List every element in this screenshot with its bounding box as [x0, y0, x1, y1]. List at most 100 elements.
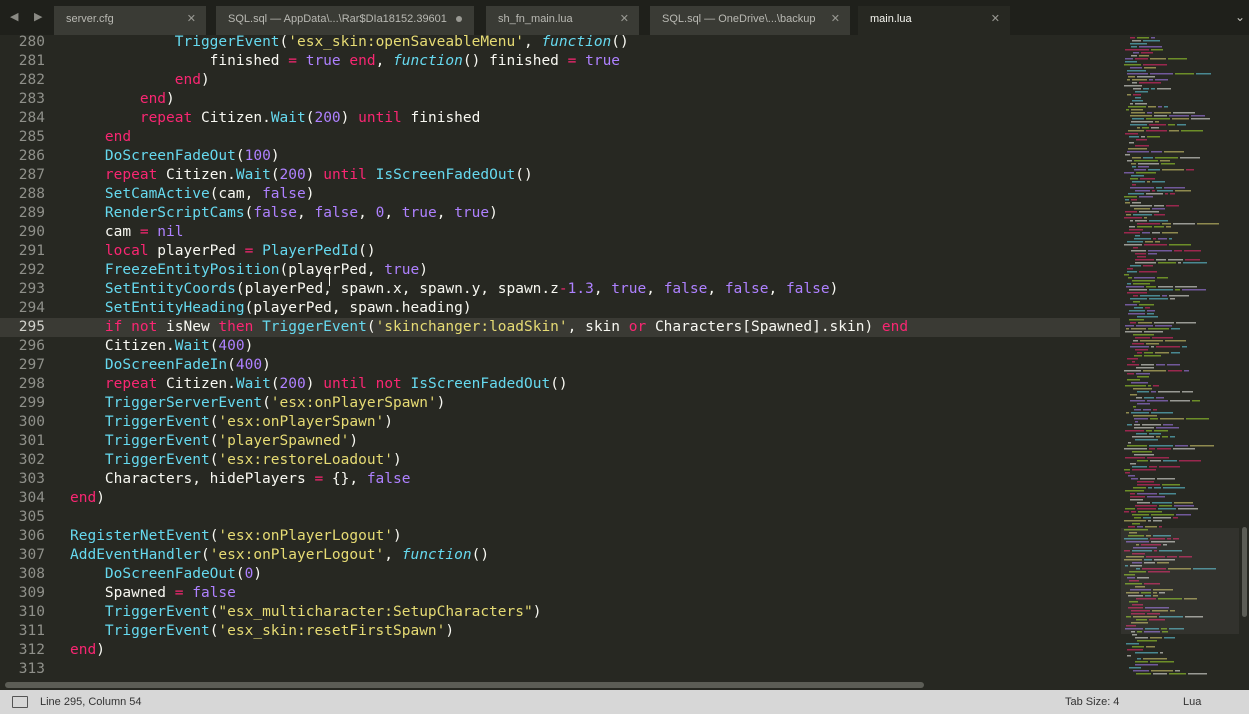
code-line[interactable]: 300 TriggerEvent('esx:onPlayerSpawn')	[0, 413, 1120, 432]
code-text: TriggerEvent("esx_multicharacter:SetupCh…	[104, 604, 542, 620]
code-line[interactable]: 302 TriggerEvent('esx:restoreLoadout')	[0, 451, 1120, 470]
code-line[interactable]: 288 SetCamActive(cam, false)	[0, 185, 1120, 204]
close-icon[interactable]: ✕	[831, 6, 840, 32]
code-line[interactable]: 311 TriggerEvent('esx_skin:resetFirstSpa…	[0, 622, 1120, 641]
tab-nav-arrows-icon[interactable]: ◀ ▶	[10, 10, 48, 23]
code-line[interactable]: 295 if not isNew then TriggerEvent('skin…	[0, 318, 1120, 337]
tab-label: SQL.sql — OneDrive\...\backup	[662, 13, 816, 25]
line-number: 300	[18, 414, 45, 430]
line-number: 309	[18, 585, 45, 601]
code-line[interactable]: 299 TriggerServerEvent('esx:onPlayerSpaw…	[0, 394, 1120, 413]
code-line[interactable]: 292 FreezeEntityPosition(playerPed, true…	[0, 261, 1120, 280]
minimap-viewport[interactable]	[1121, 528, 1239, 634]
code-text: local playerPed = PlayerPedId()	[104, 243, 376, 259]
line-number: 294	[18, 300, 45, 316]
horizontal-scrollbar[interactable]	[0, 680, 1249, 690]
code-line[interactable]: 305	[0, 508, 1120, 527]
code-text: end)	[174, 72, 210, 88]
code-line[interactable]: 291 local playerPed = PlayerPedId()	[0, 242, 1120, 261]
code-line[interactable]: 281 finished = true end, function() fini…	[0, 52, 1120, 71]
syntax-selector[interactable]: Lua	[1183, 690, 1201, 714]
code-text: repeat Citizen.Wait(200) until finished	[139, 110, 481, 126]
line-number: 304	[18, 490, 45, 506]
line-number: 308	[18, 566, 45, 582]
code-line[interactable]: 304 end)	[0, 489, 1120, 508]
code-text: TriggerEvent('esx_skin:openSaveableMenu'…	[174, 35, 629, 50]
code-line[interactable]: 282 end)	[0, 71, 1120, 90]
line-number: 288	[18, 186, 45, 202]
code-text: if not isNew then TriggerEvent('skinchan…	[104, 319, 909, 335]
line-number: 301	[18, 433, 45, 449]
line-number: 313	[18, 661, 45, 677]
code-line[interactable]: 294 SetEntityHeading(playerPed, spawn.he…	[0, 299, 1120, 318]
code-line[interactable]: 289 RenderScriptCams(false, false, 0, tr…	[0, 204, 1120, 223]
tab-menu-chevron-down-icon[interactable]: ⌄	[1235, 10, 1245, 24]
code-line[interactable]: 283 end)	[0, 90, 1120, 109]
code-line[interactable]: 280 TriggerEvent('esx_skin:openSaveableM…	[0, 35, 1120, 52]
line-number: 290	[18, 224, 45, 240]
code-text: TriggerServerEvent('esx:onPlayerSpawn')	[104, 395, 446, 411]
code-line[interactable]: 308 DoScreenFadeOut(0)	[0, 565, 1120, 584]
tab-label: SQL.sql — AppData\...\Rar$DIa18152.39601	[228, 13, 447, 25]
line-number: 284	[18, 110, 45, 126]
code-text: Citizen.Wait(400)	[70, 338, 254, 354]
code-line[interactable]: 298 repeat Citizen.Wait(200) until not I…	[0, 375, 1120, 394]
code-line[interactable]: 290 cam = nil	[0, 223, 1120, 242]
code-line[interactable]: 293 SetEntityCoords(playerPed, spawn.x, …	[0, 280, 1120, 299]
code-text: cam = nil	[70, 224, 184, 240]
unsaved-dot-icon[interactable]	[456, 16, 462, 22]
tab-bar: ◀ ▶ server.cfg ✕ SQL.sql — AppData\...\R…	[0, 0, 1249, 35]
panel-toggle-icon[interactable]	[12, 696, 28, 708]
code-line[interactable]: 313	[0, 660, 1120, 679]
code-line[interactable]: 309 Spawned = false	[0, 584, 1120, 603]
code-line[interactable]: 301 TriggerEvent('playerSpawned')	[0, 432, 1120, 451]
tab-sql-onedrive[interactable]: SQL.sql — OneDrive\...\backup ✕	[650, 6, 850, 35]
code-text: DoScreenFadeOut(0)	[104, 566, 263, 582]
code-line[interactable]: 296 Citizen.Wait(400)	[0, 337, 1120, 356]
tab-sh-fn-main[interactable]: sh_fn_main.lua ✕	[486, 6, 639, 35]
line-number: 312	[18, 642, 45, 658]
code-line[interactable]: 287 repeat Citizen.Wait(200) until IsScr…	[0, 166, 1120, 185]
code-editor[interactable]: 280 TriggerEvent('esx_skin:openSaveableM…	[0, 35, 1120, 680]
code-line[interactable]: 312 end)	[0, 641, 1120, 660]
text-cursor	[329, 268, 330, 286]
status-bar: Line 295, Column 54 Tab Size: 4 Lua	[0, 690, 1249, 714]
line-number: 295	[18, 319, 45, 335]
code-line[interactable]: 284 repeat Citizen.Wait(200) until finis…	[0, 109, 1120, 128]
code-text: end)	[139, 91, 175, 107]
code-text: finished = true end, function() finished…	[70, 53, 621, 69]
tab-sql-appdata[interactable]: SQL.sql — AppData\...\Rar$DIa18152.39601	[216, 6, 474, 35]
close-icon[interactable]: ✕	[187, 6, 196, 32]
line-number: 293	[18, 281, 45, 297]
tab-size-selector[interactable]: Tab Size: 4	[1065, 690, 1119, 714]
line-number: 292	[18, 262, 45, 278]
code-text: DoScreenFadeIn(400)	[104, 357, 271, 373]
code-text: repeat Citizen.Wait(200) until IsScreenF…	[104, 167, 533, 183]
code-line[interactable]: 286 DoScreenFadeOut(100)	[0, 147, 1120, 166]
code-line[interactable]: 297 DoScreenFadeIn(400)	[0, 356, 1120, 375]
line-number: 310	[18, 604, 45, 620]
close-icon[interactable]: ✕	[620, 6, 629, 32]
tab-main-lua[interactable]: main.lua ✕	[858, 6, 1010, 35]
line-number: 297	[18, 357, 45, 373]
line-number: 298	[18, 376, 45, 392]
line-number: 282	[18, 72, 45, 88]
close-icon[interactable]: ✕	[991, 6, 1000, 32]
vertical-scrollbar[interactable]	[1240, 35, 1249, 680]
line-number: 303	[18, 471, 45, 487]
code-line[interactable]: 303 Characters, hidePlayers = {}, false	[0, 470, 1120, 489]
line-number: 285	[18, 129, 45, 145]
code-text: end	[104, 129, 132, 145]
code-line[interactable]: 306 RegisterNetEvent('esx:onPlayerLogout'…	[0, 527, 1120, 546]
code-text: AddEventHandler('esx:onPlayerLogout', fu…	[70, 547, 490, 563]
tab-label: main.lua	[870, 13, 912, 25]
vertical-scrollbar-thumb[interactable]	[1242, 527, 1247, 617]
code-line[interactable]: 285 end	[0, 128, 1120, 147]
tab-server-cfg[interactable]: server.cfg ✕	[54, 6, 206, 35]
minimap[interactable]	[1120, 35, 1240, 680]
cursor-position: Line 295, Column 54	[40, 696, 142, 708]
horizontal-scrollbar-thumb[interactable]	[5, 682, 924, 688]
line-number: 287	[18, 167, 45, 183]
code-line[interactable]: 310 TriggerEvent("esx_multicharacter:Set…	[0, 603, 1120, 622]
code-line[interactable]: 307 AddEventHandler('esx:onPlayerLogout',…	[0, 546, 1120, 565]
